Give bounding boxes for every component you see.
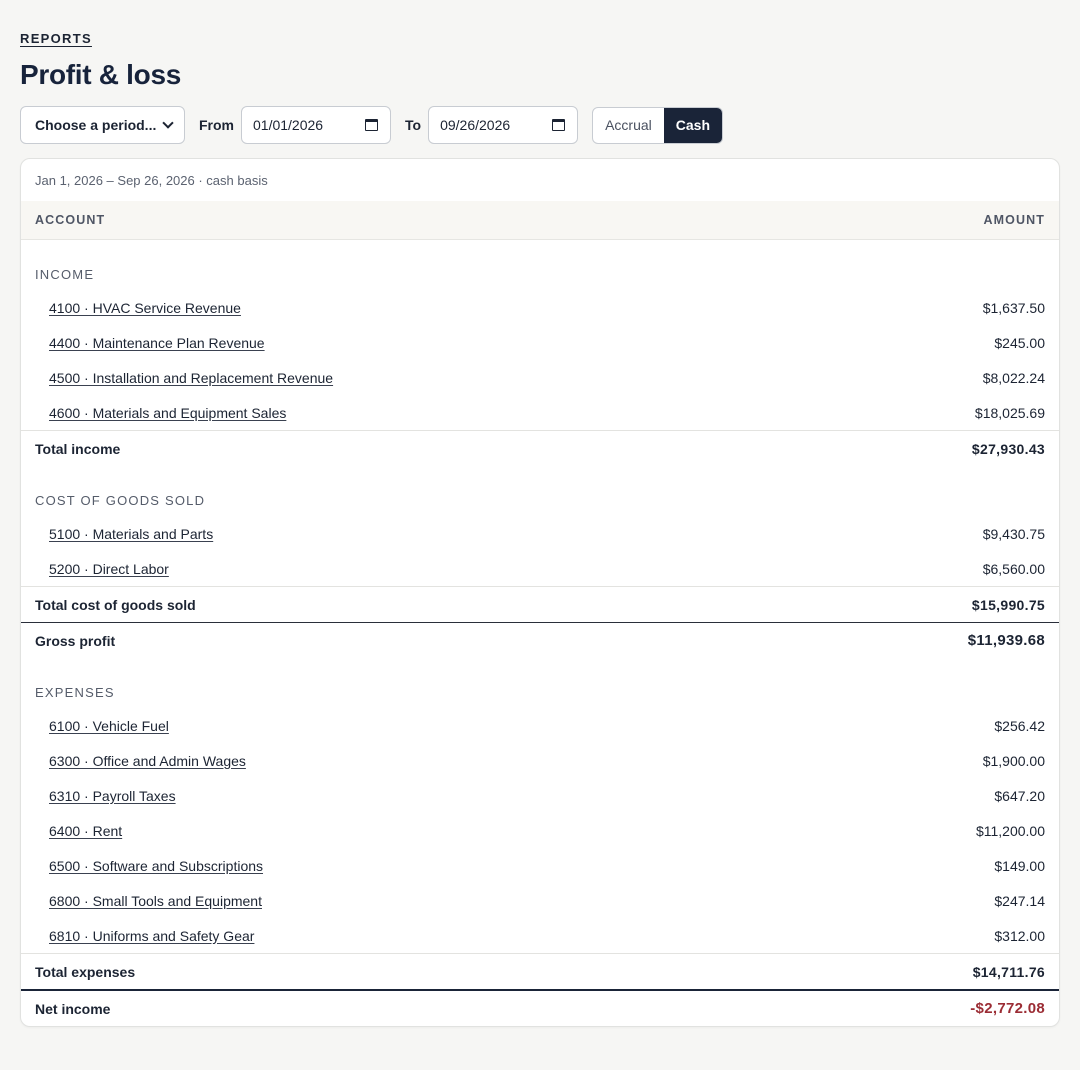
calendar-icon[interactable]	[365, 119, 378, 131]
section-heading-cogs: COST OF GOODS SOLD	[35, 493, 206, 508]
account-link[interactable]: 4100 · HVAC Service Revenue	[49, 300, 241, 316]
table-row: 6300 · Office and Admin Wages $1,900.00	[21, 743, 1059, 778]
amount-value: $245.00	[994, 334, 1045, 351]
from-date-value: 01/01/2026	[253, 117, 324, 133]
amount-value: $18,025.69	[974, 404, 1045, 421]
period-select-value: Choose a period...	[35, 117, 157, 133]
page: REPORTS Profit & loss Choose a period...…	[0, 0, 1080, 1070]
gross-profit-amount: $11,939.68	[967, 632, 1045, 649]
account-link[interactable]: 5200 · Direct Labor	[49, 561, 169, 577]
total-expenses-row: Total expenses $14,711.76	[21, 953, 1059, 989]
net-income-row: Net income -$2,772.08	[21, 989, 1059, 1026]
total-income-row: Total income $27,930.43	[21, 430, 1059, 466]
from-date-input[interactable]: 01/01/2026	[241, 106, 391, 144]
report-caption: Jan 1, 2026 – Sep 26, 2026 · cash basis	[35, 172, 268, 188]
table-row: 5200 · Direct Labor $6,560.00	[21, 551, 1059, 586]
table-row: 4100 · HVAC Service Revenue $1,637.50	[21, 290, 1059, 325]
amount-value: $256.42	[994, 717, 1045, 734]
table-row: 6400 · Rent $11,200.00	[21, 813, 1059, 848]
account-link[interactable]: 6400 · Rent	[49, 823, 122, 839]
table-row: 4500 · Installation and Replacement Reve…	[21, 360, 1059, 395]
section-heading-expenses: EXPENSES	[35, 685, 115, 700]
account-link[interactable]: 6810 · Uniforms and Safety Gear	[49, 928, 254, 944]
amount-column-header: AMOUNT	[983, 213, 1045, 227]
total-income-label: Total income	[35, 440, 121, 457]
section-heading-income: INCOME	[35, 267, 95, 282]
cash-button[interactable]: Cash	[663, 107, 722, 143]
account-link[interactable]: 4500 · Installation and Replacement Reve…	[49, 370, 333, 386]
gross-profit-row: Gross profit $11,939.68	[21, 622, 1059, 658]
net-income-label: Net income	[35, 1000, 111, 1017]
account-link[interactable]: 6500 · Software and Subscriptions	[49, 858, 263, 874]
amount-value: $9,430.75	[982, 525, 1045, 542]
amount-value: $11,200.00	[975, 822, 1045, 839]
total-expenses-label: Total expenses	[35, 963, 136, 980]
total-income-amount: $27,930.43	[971, 440, 1045, 457]
table-row: 6800 · Small Tools and Equipment $247.14	[21, 883, 1059, 918]
table-row: 6810 · Uniforms and Safety Gear $312.00	[21, 918, 1059, 953]
to-date-input[interactable]: 09/26/2026	[428, 106, 579, 144]
period-select[interactable]: Choose a period...	[20, 106, 185, 144]
total-cogs-row: Total cost of goods sold $15,990.75	[21, 586, 1059, 622]
table-header: ACCOUNT AMOUNT	[21, 201, 1059, 240]
account-link[interactable]: 6300 · Office and Admin Wages	[49, 753, 246, 769]
net-income-amount: -$2,772.08	[970, 1000, 1045, 1017]
amount-value: $149.00	[994, 857, 1045, 874]
from-label: From	[199, 117, 234, 133]
amount-value: $1,900.00	[982, 752, 1045, 769]
report-card: Jan 1, 2026 – Sep 26, 2026 · cash basis …	[20, 158, 1060, 1027]
total-cogs-amount: $15,990.75	[971, 596, 1045, 613]
to-label: To	[405, 117, 422, 133]
account-link[interactable]: 4600 · Materials and Equipment Sales	[49, 405, 286, 421]
account-link[interactable]: 5100 · Materials and Parts	[49, 526, 213, 542]
accrual-button[interactable]: Accrual	[593, 108, 664, 143]
table-row: 5100 · Materials and Parts $9,430.75	[21, 516, 1059, 551]
amount-value: $1,637.50	[982, 299, 1045, 316]
basis-toggle: Accrual Cash	[592, 106, 723, 144]
account-link[interactable]: 6100 · Vehicle Fuel	[49, 718, 169, 734]
amount-value: $312.00	[994, 927, 1045, 944]
gross-profit-label: Gross profit	[35, 632, 116, 649]
account-link[interactable]: 6310 · Payroll Taxes	[49, 788, 176, 804]
total-cogs-label: Total cost of goods sold	[35, 596, 196, 613]
account-link[interactable]: 6800 · Small Tools and Equipment	[49, 893, 262, 909]
amount-value: $6,560.00	[982, 560, 1045, 577]
breadcrumb-reports[interactable]: REPORTS	[20, 31, 92, 46]
to-date-value: 09/26/2026	[440, 117, 511, 133]
account-column-header: ACCOUNT	[35, 213, 106, 227]
table-row: 6310 · Payroll Taxes $647.20	[21, 778, 1059, 813]
chevron-down-icon	[162, 117, 174, 129]
amount-value: $647.20	[994, 787, 1045, 804]
table-row: 4400 · Maintenance Plan Revenue $245.00	[21, 325, 1059, 360]
table-row: 4600 · Materials and Equipment Sales $18…	[21, 395, 1059, 430]
table-row: 6100 · Vehicle Fuel $256.42	[21, 708, 1059, 743]
filter-bar: Choose a period... From 01/01/2026 To 09…	[20, 106, 1060, 144]
table-row: 6500 · Software and Subscriptions $149.0…	[21, 848, 1059, 883]
total-expenses-amount: $14,711.76	[972, 963, 1045, 980]
account-link[interactable]: 4400 · Maintenance Plan Revenue	[49, 335, 265, 351]
calendar-icon[interactable]	[552, 119, 566, 131]
amount-value: $8,022.24	[982, 369, 1045, 386]
amount-value: $247.14	[994, 892, 1045, 909]
page-title: Profit & loss	[20, 59, 182, 90]
